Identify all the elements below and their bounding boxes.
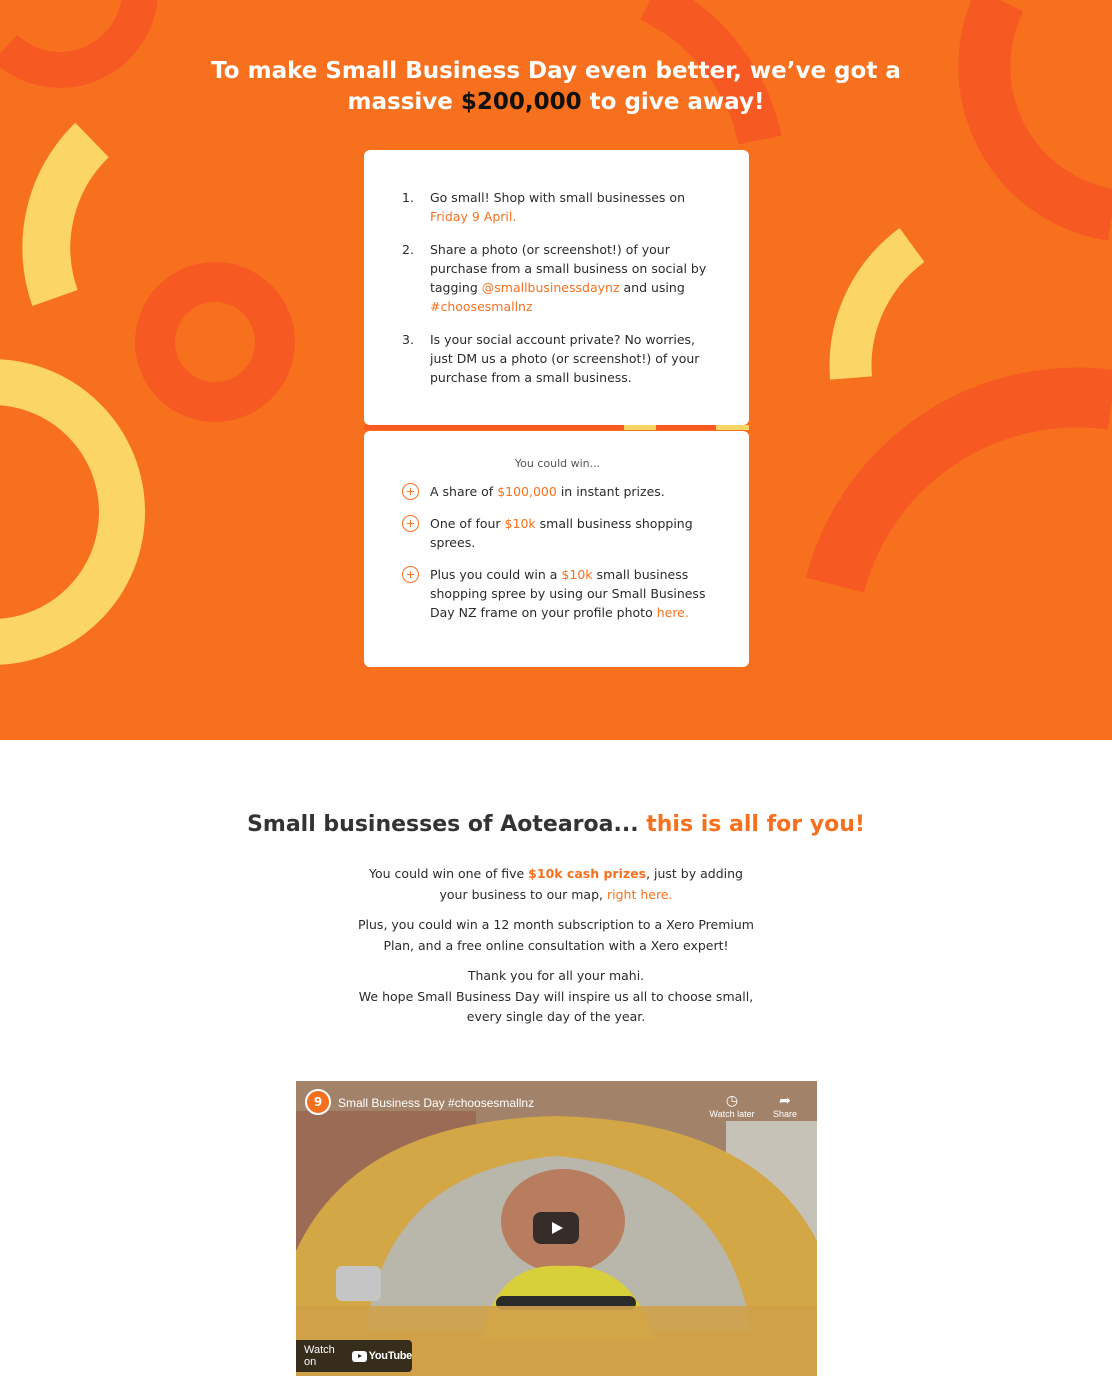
hero-title-part1: To make Small Business Day even better, …: [211, 58, 901, 84]
arc-top-right: [958, 0, 1112, 241]
arc-bottom-right: [805, 367, 1112, 593]
plus-circle-icon: [402, 566, 419, 583]
ring-left: [135, 262, 295, 422]
steps-card: 1. Go small! Shop with small businesses …: [364, 150, 749, 425]
section-title-main: Small businesses of Aotearoa...: [247, 812, 639, 837]
step-item: 1. Go small! Shop with small businesses …: [402, 188, 713, 226]
share-arrow-icon: ➦: [779, 1092, 791, 1108]
step-text: Is your social account private? No worri…: [430, 332, 700, 385]
paragraph-xero: Plus, you could win a 12 month subscript…: [358, 917, 754, 953]
watch-on-youtube-button[interactable]: Watch on YouTube: [296, 1340, 412, 1372]
watch-on-label: Watch on: [304, 1344, 335, 1368]
cash-prizes-highlight: $10k cash prizes: [528, 866, 647, 881]
step-text: and using: [623, 280, 685, 295]
prize-text: Plus you could win a: [430, 567, 558, 582]
step-date-highlight: Friday 9 April.: [430, 209, 517, 224]
youtube-play-icon: [351, 1350, 367, 1362]
paragraph-text: You could win one of five: [369, 866, 525, 881]
channel-avatar[interactable]: 9: [305, 1089, 331, 1115]
prize-item: One of four $10k small business shopping…: [402, 514, 713, 552]
prize-text: One of four: [430, 516, 501, 531]
hero-section: To make Small Business Day even better, …: [0, 0, 1112, 740]
share-label: Share: [772, 1109, 798, 1119]
prizes-title: You could win...: [514, 457, 601, 470]
arc-yellow-left: [22, 122, 110, 307]
step-number: 2.: [402, 242, 414, 257]
section-title-accent: this is all for you!: [646, 812, 865, 837]
prize-amount: $10k: [504, 516, 536, 531]
profile-frame-link[interactable]: here.: [657, 605, 689, 620]
prize-item: Plus you could win a $10k small business…: [402, 565, 713, 622]
prize-text: A share of: [430, 484, 494, 499]
plus-circle-icon: [402, 483, 419, 500]
prize-item: A share of $100,000 in instant prizes.: [402, 482, 713, 501]
map-link[interactable]: right here.: [607, 887, 673, 902]
video-title[interactable]: Small Business Day #choosesmallnz: [338, 1096, 534, 1110]
share-button[interactable]: ➦ Share: [758, 1091, 812, 1119]
prizes-card: You could win... A share of $100,000 in …: [364, 431, 749, 667]
prize-amount: $10k: [561, 567, 593, 582]
card-divider-bar: [364, 425, 749, 430]
paragraph-thanks: Thank you for all your mahi. We hope Sma…: [356, 966, 756, 1028]
prize-text: in instant prizes.: [560, 484, 665, 499]
step-text: Go small! Shop with small businesses on: [430, 190, 685, 205]
watch-later-button[interactable]: ◷ Watch later: [705, 1091, 759, 1119]
hero-title-part2: massive: [347, 89, 453, 115]
clock-icon: ◷: [725, 1092, 739, 1108]
ring-yellow-bottom-left: [0, 359, 145, 665]
prize-amount: $100,000: [497, 484, 557, 499]
inspire-line: We hope Small Business Day will inspire …: [358, 988, 754, 1025]
youtube-wordmark: YouTube: [368, 1350, 413, 1362]
arc-yellow-right: [829, 228, 925, 380]
arc-top-left: [0, 0, 158, 88]
youtube-logo: YouTube: [351, 1350, 413, 1362]
instagram-handle-link[interactable]: @smallbusinessdaynz: [482, 280, 620, 295]
hashtag-link[interactable]: #choosesmallnz: [430, 299, 533, 314]
step-number: 1.: [402, 190, 414, 205]
step-number: 3.: [402, 332, 414, 347]
paragraph-cash-prizes: You could win one of five $10k cash priz…: [356, 864, 756, 905]
play-button[interactable]: [533, 1212, 579, 1244]
step-item: 3. Is your social account private? No wo…: [402, 330, 713, 387]
watch-later-label: Watch later: [709, 1109, 755, 1119]
hero-title-amount: $200,000: [460, 89, 582, 115]
section-heading: Small businesses of Aotearoa... this is …: [0, 812, 1112, 837]
hero-title-part3: to give away!: [589, 89, 765, 115]
video-embed[interactable]: 9 Small Business Day #choosesmallnz ◷ Wa…: [296, 1081, 817, 1376]
hero-heading: To make Small Business Day even better, …: [150, 56, 962, 118]
plus-circle-icon: [402, 515, 419, 532]
step-item: 2. Share a photo (or screenshot!) of you…: [402, 240, 713, 316]
thanks-line: Thank you for all your mahi.: [467, 968, 645, 983]
